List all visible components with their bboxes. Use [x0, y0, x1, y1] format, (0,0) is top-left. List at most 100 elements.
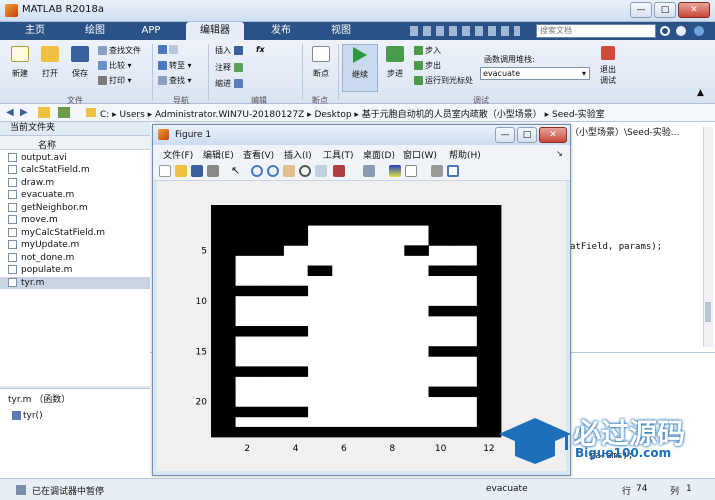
- zoom-out-icon[interactable]: [267, 165, 279, 177]
- tab-plots[interactable]: 绘图: [72, 22, 118, 40]
- file-item[interactable]: calcStatField.m: [8, 164, 90, 176]
- new-button[interactable]: 新建: [8, 46, 32, 82]
- figure-maximize-button[interactable]: □: [517, 127, 537, 143]
- colorbar-icon[interactable]: [389, 165, 401, 177]
- menu-tools[interactable]: 工具(T): [323, 148, 354, 161]
- show-plot-tools-icon[interactable]: [447, 165, 459, 177]
- step-in-button[interactable]: 步入: [414, 45, 441, 56]
- find-button[interactable]: 查找 ▾: [158, 75, 192, 86]
- m-file-icon: [8, 253, 17, 262]
- step-out-button[interactable]: 步出: [414, 60, 441, 71]
- hide-plot-tools-icon[interactable]: [431, 165, 443, 177]
- tab-view[interactable]: 视图: [316, 22, 366, 40]
- help-icon[interactable]: [694, 26, 704, 36]
- occupied-cell: [476, 205, 502, 216]
- occupied-cell: [452, 265, 478, 277]
- zoom-in-icon[interactable]: [251, 165, 263, 177]
- step-button[interactable]: 步进: [383, 46, 407, 86]
- occupied-cell: [476, 305, 502, 317]
- menu-file[interactable]: 文件(F): [163, 148, 193, 161]
- pan-icon[interactable]: [283, 165, 295, 177]
- file-item[interactable]: not_done.m: [8, 252, 74, 264]
- new-figure-icon[interactable]: [159, 165, 171, 177]
- search-docs-input[interactable]: 搜索文档: [536, 24, 656, 38]
- fx-button[interactable]: fx: [256, 45, 265, 54]
- find-files-button[interactable]: 查找文件: [98, 45, 141, 56]
- ribbon-separator: [302, 44, 303, 100]
- menu-edit[interactable]: 编辑(E): [203, 148, 234, 161]
- quick-access-toolbar[interactable]: [410, 26, 520, 36]
- menu-help[interactable]: 帮助(H): [449, 148, 481, 161]
- menu-desktop[interactable]: 桌面(D): [363, 148, 395, 161]
- indent-button[interactable]: 缩进: [215, 78, 245, 89]
- minimize-button[interactable]: —: [630, 2, 652, 18]
- file-name: calcStatField.m: [21, 165, 90, 175]
- back-forward-buttons[interactable]: [158, 45, 180, 54]
- comment-button[interactable]: 注释: [215, 62, 245, 73]
- file-list-header[interactable]: 名称: [0, 136, 150, 151]
- file-item-selected[interactable]: tyr.m: [0, 277, 150, 289]
- file-item[interactable]: populate.m: [8, 264, 72, 276]
- continue-button[interactable]: 继续: [342, 44, 378, 92]
- file-item[interactable]: getNeighbor.m: [8, 202, 88, 214]
- collapse-toolstrip-icon[interactable]: ▲: [697, 88, 704, 98]
- save-button[interactable]: 保存: [68, 46, 92, 82]
- file-item[interactable]: draw.m: [8, 177, 54, 189]
- notifications-icon[interactable]: [676, 26, 686, 36]
- menu-view[interactable]: 查看(V): [243, 148, 274, 161]
- link-plot-icon[interactable]: [363, 165, 375, 177]
- rotate-icon[interactable]: [299, 165, 311, 177]
- search-icon[interactable]: [660, 26, 670, 36]
- occupied-cell: [356, 426, 381, 438]
- compare-button[interactable]: 比较 ▾: [98, 60, 132, 71]
- video-file-icon: [8, 153, 17, 162]
- print-button[interactable]: 打印 ▾: [98, 75, 132, 86]
- goto-button[interactable]: 转至 ▾: [158, 60, 192, 71]
- window-title: MATLAB R2018a: [22, 4, 105, 15]
- occupied-cell: [404, 215, 429, 226]
- forward-icon[interactable]: ▶: [20, 107, 28, 118]
- file-item[interactable]: myCalcStatField.m: [8, 227, 105, 239]
- dock-icon[interactable]: ↘: [556, 149, 563, 158]
- legend-icon[interactable]: [405, 165, 417, 177]
- open-file-icon[interactable]: [175, 165, 187, 177]
- breakpoints-button[interactable]: 断点: [308, 46, 334, 86]
- close-button[interactable]: ✕: [678, 2, 710, 18]
- pointer-icon[interactable]: ↖: [231, 165, 243, 177]
- print-figure-icon[interactable]: [207, 165, 219, 177]
- file-item[interactable]: myUpdate.m: [8, 239, 79, 251]
- call-stack-dropdown[interactable]: evacuate ▾: [480, 67, 590, 80]
- file-item[interactable]: move.m: [8, 214, 58, 226]
- tab-home[interactable]: 主页: [12, 22, 58, 40]
- details-item[interactable]: tyr(): [12, 411, 43, 421]
- editor-scroll-thumb[interactable]: [705, 302, 711, 322]
- open-button[interactable]: 打开: [38, 46, 62, 82]
- y-tick-label: 20: [196, 398, 208, 408]
- figure-close-button[interactable]: ✕: [539, 127, 567, 143]
- figure-toolbar: ↖: [153, 161, 570, 181]
- folder-path[interactable]: C: ▸ Users ▸ Administrator.WIN7U-2018012…: [100, 107, 605, 120]
- quit-debugging-button[interactable]: 退出 调试: [597, 46, 619, 90]
- insert-button[interactable]: 插入: [215, 45, 245, 56]
- tab-publish[interactable]: 发布: [256, 22, 306, 40]
- details-title: tyr.m （函数）: [8, 395, 71, 405]
- tab-apps[interactable]: APP: [128, 22, 174, 40]
- comment-icon: [233, 63, 243, 72]
- maximize-button[interactable]: □: [654, 2, 676, 18]
- file-item[interactable]: output.avi: [8, 152, 67, 164]
- tab-editor[interactable]: 编辑器: [186, 22, 244, 40]
- brush-icon[interactable]: [333, 165, 345, 177]
- data-cursor-icon[interactable]: [315, 165, 327, 177]
- figure-minimize-button[interactable]: —: [495, 127, 515, 143]
- folder-icon: [86, 108, 96, 117]
- menu-window[interactable]: 窗口(W): [403, 148, 437, 161]
- save-figure-icon[interactable]: [191, 165, 203, 177]
- run-to-cursor-button[interactable]: 运行到光标处: [414, 75, 473, 86]
- back-icon[interactable]: ◀: [6, 107, 14, 118]
- step-label: 步进: [387, 69, 403, 78]
- up-folder-icon[interactable]: [38, 107, 50, 118]
- file-item[interactable]: evacuate.m: [8, 189, 74, 201]
- occupied-cell: [259, 366, 284, 377]
- menu-insert[interactable]: 插入(I): [284, 148, 312, 161]
- browse-folder-icon[interactable]: [58, 107, 70, 118]
